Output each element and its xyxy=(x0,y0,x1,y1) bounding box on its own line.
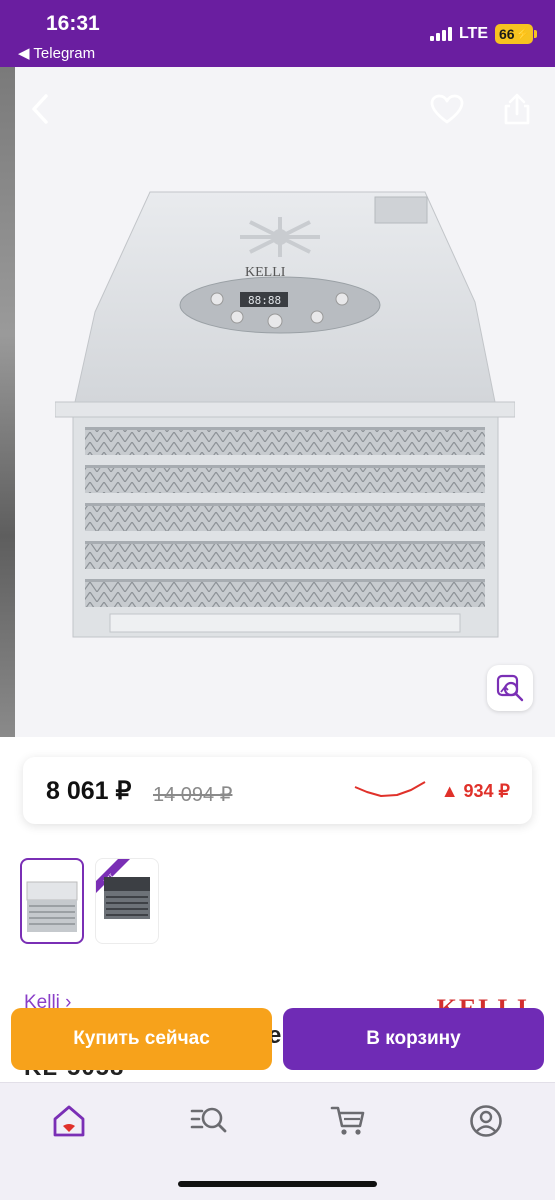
thumbnail-2[interactable]: хит xyxy=(95,858,159,944)
tab-catalog[interactable] xyxy=(189,1101,229,1141)
battery-icon: 66 ⚡ xyxy=(495,24,537,44)
tab-profile[interactable] xyxy=(466,1101,506,1141)
cart-icon xyxy=(330,1106,365,1135)
share-icon xyxy=(504,93,530,125)
status-indicators: LTE 66 ⚡ xyxy=(429,24,537,44)
dryer-trays xyxy=(85,427,485,607)
signal-icon xyxy=(429,27,452,41)
catalog-search-icon xyxy=(190,1107,227,1133)
current-price: 8 061 ₽ xyxy=(46,777,132,805)
tab-home[interactable] xyxy=(49,1101,89,1141)
tab-cart[interactable] xyxy=(328,1101,368,1141)
page-edge xyxy=(0,67,15,737)
old-price: 14 094 ₽ xyxy=(153,784,233,806)
share-button[interactable] xyxy=(497,87,537,131)
favorite-button[interactable] xyxy=(427,87,467,131)
back-to-telegram-link[interactable]: ◀ Telegram xyxy=(18,44,95,62)
product-photo: KELLI 88:88 xyxy=(55,191,515,638)
heart-icon xyxy=(430,94,464,124)
fan-vent xyxy=(240,217,320,257)
price-card[interactable]: 8 061 ₽ 14 094 ₽ ▲ 934 ₽ xyxy=(23,757,532,824)
appliance-display: 88:88 xyxy=(248,294,281,307)
add-to-cart-button[interactable]: В корзину xyxy=(283,1008,544,1070)
chevron-left-icon xyxy=(32,94,48,124)
profile-icon xyxy=(470,1105,502,1137)
status-time: 16:31 xyxy=(46,12,100,35)
thumbnail-1[interactable] xyxy=(20,858,84,944)
network-type: LTE xyxy=(458,25,488,42)
home-indicator xyxy=(178,1181,377,1187)
home-icon xyxy=(53,1105,85,1137)
battery-level: 66 xyxy=(499,26,515,42)
back-button[interactable] xyxy=(21,87,61,131)
image-search-icon xyxy=(496,674,524,702)
status-bar: 16:31 ◀ Telegram LTE 66 ⚡ xyxy=(0,0,555,67)
price-trend-sparkline xyxy=(354,781,426,797)
price-change: ▲ 934 ₽ xyxy=(440,781,510,801)
thumbnail-image xyxy=(26,881,78,932)
product-gallery[interactable]: KELLI 88:88 xyxy=(15,67,555,737)
buy-now-button[interactable]: Купить сейчас xyxy=(11,1008,272,1070)
image-search-button[interactable] xyxy=(487,665,533,711)
thumbnail-image: хит xyxy=(96,859,150,919)
